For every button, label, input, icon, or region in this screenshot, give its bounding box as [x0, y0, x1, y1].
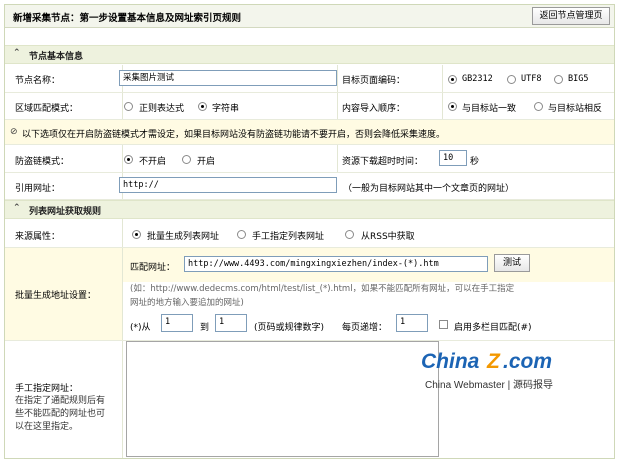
timeout-unit: 秒 — [470, 157, 480, 167]
section-basic-info[interactable]: ⌃ 节点基本信息 — [5, 45, 614, 64]
anti-leech-off-radio[interactable] — [124, 155, 133, 164]
source-rss-radio[interactable] — [345, 230, 354, 239]
page-header: 新增采集节点：第一步设置基本信息及网址索引页规则 返回节点管理页 — [5, 5, 614, 28]
referer-hint: （一般为目标网站其中一个文章页的网址） — [343, 184, 515, 194]
row-batch: 批量生成地址设置： 匹配网址： http://www.4493.com/ming… — [5, 248, 614, 341]
order-same-radio[interactable] — [448, 102, 457, 111]
anti-leech-label: 防盗链模式： — [15, 157, 70, 167]
brand-sub: China Webmaster | 源码报导 — [425, 380, 554, 391]
encoding-gb2312-label: GB2312 — [462, 74, 493, 84]
match-string-radio[interactable] — [198, 102, 207, 111]
anti-leech-on-label: 开启 — [197, 157, 216, 167]
encoding-big5-label: BIG5 — [568, 74, 589, 84]
node-name-label: 节点名称： — [15, 76, 61, 86]
range-from-label: (*)从 — [130, 323, 151, 333]
collector-panel: 新增采集节点：第一步设置基本信息及网址索引页规则 返回节点管理页 ⌃ 节点基本信… — [4, 4, 615, 459]
match-regex-label: 正则表达式 — [139, 104, 185, 114]
manual-label: 手工指定网址： — [15, 384, 79, 394]
brand-tail: .com — [503, 350, 553, 373]
match-url-label: 匹配网址： — [130, 263, 176, 273]
multi-column-label: 启用多栏目匹配(#) — [454, 323, 532, 333]
source-manual-label: 手工指定列表网址 — [252, 232, 325, 242]
range-from-input[interactable]: 1 — [161, 314, 193, 332]
order-reverse-radio[interactable] — [534, 102, 543, 111]
anti-leech-on-radio[interactable] — [182, 155, 191, 164]
anti-leech-off-label: 不开启 — [139, 157, 167, 167]
warning-icon: ⊘ — [10, 127, 18, 137]
row-source: 来源属性： 批量生成列表网址 手工指定列表网址 从RSS中获取 — [5, 219, 614, 248]
range-to-input[interactable]: 1 — [215, 314, 247, 332]
encoding-gb2312-radio[interactable] — [448, 75, 457, 84]
manual-urls-textarea[interactable] — [126, 341, 439, 457]
row-referer: 引用网址： http:// （一般为目标网站其中一个文章页的网址） — [5, 173, 614, 200]
encoding-utf8-radio[interactable] — [507, 75, 516, 84]
timeout-input[interactable]: 10 — [439, 150, 467, 166]
match-string-label: 字符串 — [212, 104, 240, 114]
brand-z: Z — [487, 350, 500, 373]
back-to-node-manager-button[interactable]: 返回节点管理页 — [532, 7, 610, 25]
node-name-input[interactable]: 采集图片测试 — [119, 70, 337, 86]
china-webmaster-watermark: China Z .com China Webmaster | 源码报导 — [421, 350, 597, 392]
section-title: 列表网址获取规则 — [29, 207, 102, 217]
step-label: 每页递增： — [342, 323, 388, 333]
encoding-big5-radio[interactable] — [554, 75, 563, 84]
collapse-arrow-icon[interactable]: ⌃ — [13, 48, 21, 58]
collapse-arrow-icon[interactable]: ⌃ — [13, 203, 21, 213]
row-anti-leech: 防盗链模式： 不开启 开启 资源下载超时时间： 10 秒 — [5, 145, 614, 173]
notice-text: 以下选项仅在开启防盗链模式才需设定，如果目标网站没有防盗链功能请不要开启，否则会… — [22, 130, 446, 140]
range-to-label: 到 — [200, 323, 210, 333]
row-node-name: 节点名称： 采集图片测试 目标页面编码： GB2312 UTF8 BIG5 — [5, 65, 614, 93]
referer-input[interactable]: http:// — [119, 177, 337, 193]
example-line-1: (如：http://www.dedecms.com/html/test/list… — [130, 284, 515, 294]
batch-label: 批量生成地址设置： — [15, 291, 97, 301]
source-manual-radio[interactable] — [237, 230, 246, 239]
encoding-utf8-label: UTF8 — [521, 74, 542, 84]
section-title: 节点基本信息 — [29, 52, 84, 62]
anti-leech-notice: ⊘ 以下选项仅在开启防盗链模式才需设定，如果目标网站没有防盗链功能请不要开启，否… — [5, 120, 614, 145]
timeout-label: 资源下载超时时间： — [342, 157, 424, 167]
multi-column-checkbox[interactable] — [439, 320, 448, 329]
order-reverse-label: 与目标站相反 — [548, 104, 603, 114]
section-list-rules[interactable]: ⌃ 列表网址获取规则 — [5, 200, 614, 219]
manual-note: 在指定了通配规则后有些不能匹配的网址也可以在这里指定。 — [15, 396, 106, 432]
source-rss-label: 从RSS中获取 — [361, 232, 415, 242]
row-match-mode: 区域匹配模式： 正则表达式 字符串 内容导入顺序： 与目标站一致 与目标站相反 — [5, 93, 614, 120]
step-input[interactable]: 1 — [396, 314, 428, 332]
referer-label: 引用网址： — [15, 184, 61, 194]
order-same-label: 与目标站一致 — [462, 104, 517, 114]
page-title: 新增采集节点：第一步设置基本信息及网址索引页规则 — [13, 13, 242, 24]
source-label: 来源属性： — [15, 232, 61, 242]
source-batch-label: 批量生成列表网址 — [147, 232, 220, 242]
brand-main: China — [421, 350, 480, 373]
example-line-2: 网址的地方输入要追加的网址) — [130, 298, 244, 308]
match-regex-radio[interactable] — [124, 102, 133, 111]
page-hint: (页码或规律数字) — [254, 323, 325, 333]
match-url-input[interactable]: http://www.4493.com/mingxingxiezhen/inde… — [184, 256, 488, 272]
source-batch-radio[interactable] — [132, 230, 141, 239]
test-button[interactable]: 测试 — [494, 254, 530, 272]
encoding-label: 目标页面编码： — [342, 76, 406, 86]
import-order-label: 内容导入顺序： — [342, 104, 406, 114]
match-mode-label: 区域匹配模式： — [15, 104, 79, 114]
